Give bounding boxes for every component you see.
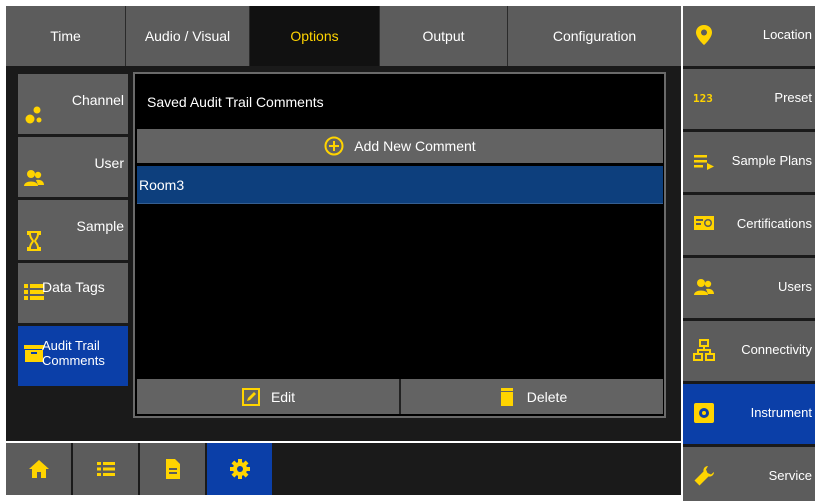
subnav-label-channel: Channel	[71, 92, 124, 108]
sidebar-label-certifications: Certifications	[736, 216, 812, 231]
add-new-comment-button[interactable]: Add New Comment	[137, 129, 663, 163]
users-icon	[694, 279, 714, 295]
comments-list: Room3	[137, 166, 663, 376]
sidebar-item-connectivity[interactable]: Connectivity	[683, 321, 815, 381]
tab-time[interactable]: Time	[6, 6, 126, 66]
sidebar-item-sample-plans[interactable]: Sample Plans	[683, 132, 815, 192]
right-sidebar: Location 123 Preset Sample Plans Certifi…	[683, 6, 815, 501]
plan-list-icon	[694, 155, 714, 170]
home-button[interactable]	[6, 443, 71, 495]
comments-panel: Saved Audit Trail Comments Add New Comme…	[133, 72, 666, 418]
sidebar-label-instrument: Instrument	[750, 405, 812, 420]
channel-icon	[25, 106, 42, 124]
panel-title: Saved Audit Trail Comments	[147, 94, 324, 110]
plus-circle-icon	[324, 136, 344, 156]
edit-icon	[241, 387, 260, 406]
sidebar-label-preset: Preset	[774, 90, 812, 105]
sidebar-label-service: Service	[768, 468, 812, 483]
list-item[interactable]: Room3	[137, 166, 663, 204]
subnav-item-audit-trail-comments[interactable]: Audit Trail Comments	[18, 326, 128, 386]
tab-output[interactable]: Output	[380, 6, 508, 66]
sidebar-label-connectivity: Connectivity	[741, 342, 812, 357]
options-subnav: Channel User Sample Data Tags Audit Trai…	[18, 74, 128, 389]
edit-button[interactable]: Edit	[137, 379, 401, 414]
subnav-item-channel[interactable]: Channel	[18, 74, 128, 134]
bottom-nav-bar	[6, 443, 681, 495]
delete-button[interactable]: Delete	[401, 379, 663, 414]
network-icon	[693, 339, 715, 361]
sidebar-item-users[interactable]: Users	[683, 258, 815, 318]
sidebar-item-service[interactable]: Service	[683, 447, 815, 501]
edit-label: Edit	[270, 388, 296, 405]
document-icon	[165, 459, 180, 479]
settings-button[interactable]	[207, 443, 272, 495]
sidebar-item-preset[interactable]: 123 Preset	[683, 69, 815, 129]
document-button[interactable]	[140, 443, 205, 495]
tab-audio-visual[interactable]: Audio / Visual	[126, 6, 250, 66]
subnav-label-sample: Sample	[76, 218, 124, 234]
hourglass-icon	[27, 231, 41, 251]
subnav-item-user[interactable]: User	[18, 137, 128, 197]
user-icon	[24, 170, 44, 186]
sidebar-item-instrument[interactable]: Instrument	[683, 384, 815, 444]
top-tab-bar: Time Audio / Visual Options Output Confi…	[6, 6, 681, 66]
tab-configuration[interactable]: Configuration	[508, 6, 681, 66]
subnav-label-data-tags: Data Tags	[42, 279, 105, 295]
subnav-label-audit-trail-comments: Audit Trail Comments	[42, 338, 105, 368]
svg-text:123: 123	[693, 92, 713, 105]
list-view-button[interactable]	[73, 443, 138, 495]
sidebar-label-location: Location	[762, 27, 812, 42]
subnav-label-user: User	[94, 155, 124, 171]
location-pin-icon	[696, 25, 712, 45]
list-icon	[96, 462, 115, 476]
trash-icon	[500, 387, 513, 406]
tab-options[interactable]: Options	[250, 6, 380, 66]
instrument-icon	[694, 403, 714, 423]
wrench-icon	[694, 466, 714, 486]
sidebar-item-location[interactable]: Location	[683, 6, 815, 66]
sidebar-item-certifications[interactable]: Certifications	[683, 195, 815, 255]
home-icon	[28, 460, 49, 478]
add-new-comment-label: Add New Comment	[354, 138, 476, 154]
subnav-item-sample[interactable]: Sample	[18, 200, 128, 260]
numbers-icon: 123	[693, 92, 713, 105]
subnav-item-data-tags[interactable]: Data Tags	[18, 263, 128, 323]
sidebar-label-sample-plans: Sample Plans	[731, 153, 812, 168]
panel-action-bar: Edit Delete	[137, 379, 663, 414]
sidebar-label-users: Users	[778, 279, 812, 294]
gear-icon	[229, 459, 250, 479]
certificate-icon	[694, 216, 714, 230]
delete-label: Delete	[526, 388, 568, 405]
